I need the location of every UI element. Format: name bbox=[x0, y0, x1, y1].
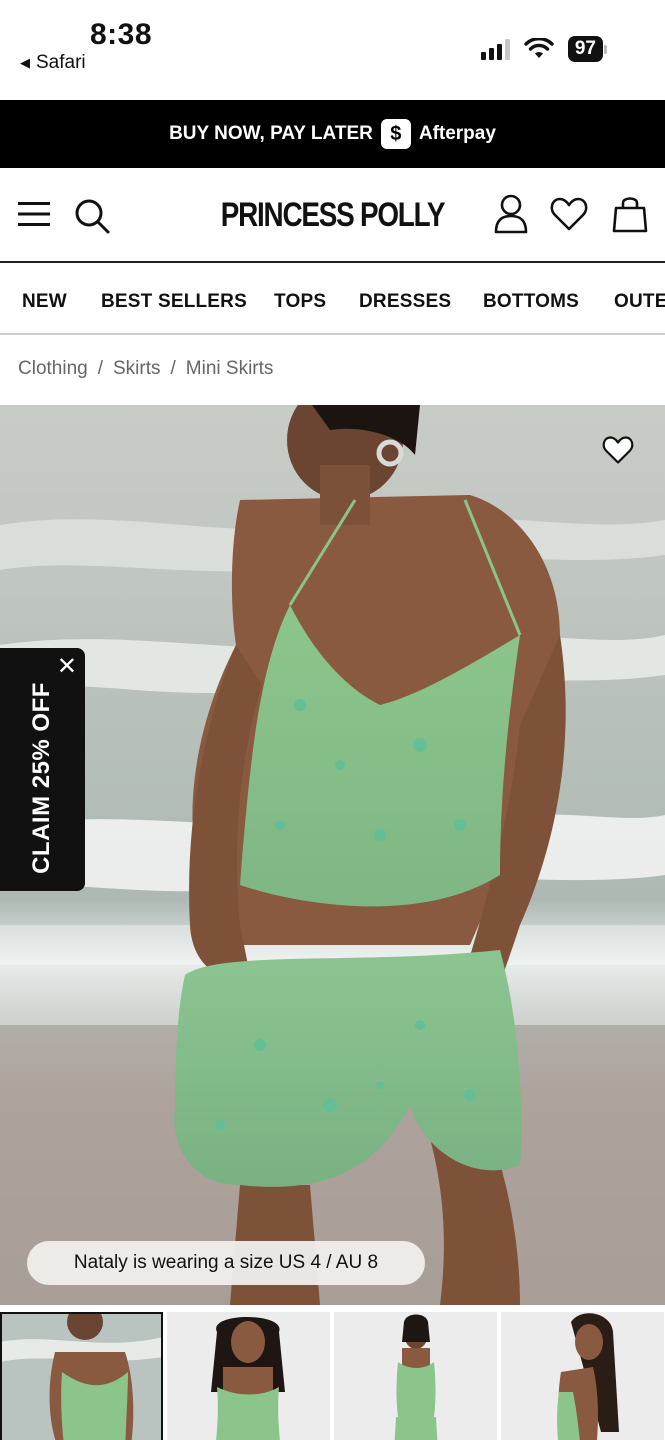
status-indicators: 97 bbox=[480, 36, 607, 62]
promo-text: BUY NOW, PAY LATER bbox=[169, 123, 373, 144]
afterpay-logo-icon: $ bbox=[380, 119, 411, 149]
back-triangle-icon: ◀ bbox=[20, 55, 30, 70]
afterpay-label: Afterpay bbox=[418, 123, 496, 144]
breadcrumb-mini-skirts[interactable]: Mini Skirts bbox=[186, 358, 274, 380]
thumbnail-2[interactable] bbox=[167, 1312, 330, 1440]
status-bar: 8:38 ◀ Safari 97 bbox=[0, 0, 665, 100]
breadcrumb: Clothing / Skirts / Mini Skirts bbox=[18, 358, 273, 380]
hero-wishlist-icon[interactable] bbox=[601, 435, 635, 465]
thumbnail-4[interactable] bbox=[501, 1312, 664, 1440]
nav-bottoms[interactable]: BOTTOMS bbox=[483, 291, 579, 313]
status-time: 8:38 bbox=[90, 18, 153, 51]
model-photo bbox=[0, 405, 665, 1305]
battery-level: 97 bbox=[567, 36, 603, 62]
wishlist-icon[interactable] bbox=[550, 196, 588, 232]
shopping-bag-icon[interactable] bbox=[612, 194, 648, 234]
site-header: PRINCESS POLLY bbox=[0, 168, 665, 263]
wifi-icon bbox=[524, 38, 554, 58]
model-size-note: Nataly is wearing a size US 4 / AU 8 bbox=[27, 1241, 425, 1285]
claim-discount-label: CLAIM 25% OFF bbox=[28, 682, 55, 874]
breadcrumb-separator: / bbox=[97, 358, 103, 379]
breadcrumb-skirts[interactable]: Skirts bbox=[113, 358, 161, 380]
back-to-safari[interactable]: ◀ Safari bbox=[20, 52, 86, 74]
nav-tops[interactable]: TOPS bbox=[274, 291, 326, 313]
product-hero-image[interactable]: Nataly is wearing a size US 4 / AU 8 bbox=[0, 405, 665, 1305]
category-nav: NEW BEST SELLERS TOPS DRESSES BOTTOMS OU… bbox=[0, 263, 665, 335]
close-icon[interactable]: ✕ bbox=[57, 652, 77, 681]
nav-best-sellers[interactable]: BEST SELLERS bbox=[101, 291, 247, 313]
thumbnail-strip bbox=[0, 1312, 665, 1440]
back-label: Safari bbox=[36, 52, 86, 73]
afterpay-banner[interactable]: BUY NOW, PAY LATER $ Afterpay bbox=[0, 100, 665, 168]
account-icon[interactable] bbox=[494, 194, 528, 234]
cellular-signal-icon bbox=[480, 38, 510, 60]
claim-discount-tab[interactable]: ✕ CLAIM 25% OFF bbox=[0, 648, 85, 891]
nav-dresses[interactable]: DRESSES bbox=[359, 291, 451, 313]
nav-outerwear[interactable]: OUTE bbox=[614, 291, 665, 313]
breadcrumb-clothing[interactable]: Clothing bbox=[18, 358, 88, 380]
thumbnail-1[interactable] bbox=[0, 1312, 163, 1440]
thumbnail-3[interactable] bbox=[334, 1312, 497, 1440]
battery-icon: 97 bbox=[567, 36, 607, 62]
menu-icon[interactable] bbox=[18, 200, 50, 228]
breadcrumb-separator: / bbox=[170, 358, 176, 379]
nav-new[interactable]: NEW bbox=[22, 291, 67, 313]
